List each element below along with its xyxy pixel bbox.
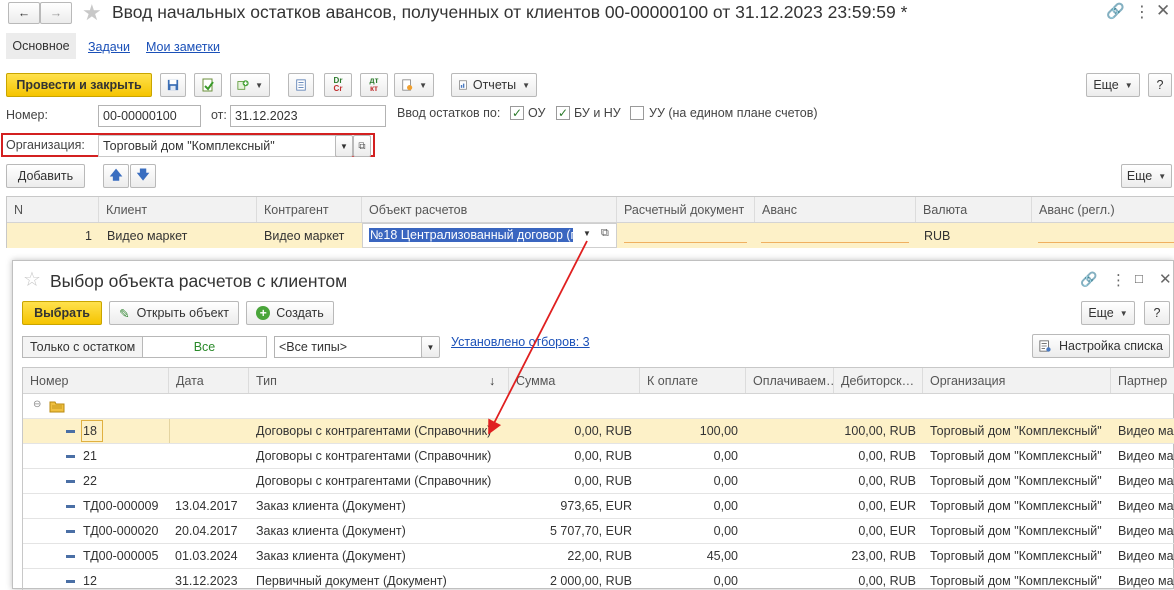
annotation-arrow	[488, 240, 588, 435]
